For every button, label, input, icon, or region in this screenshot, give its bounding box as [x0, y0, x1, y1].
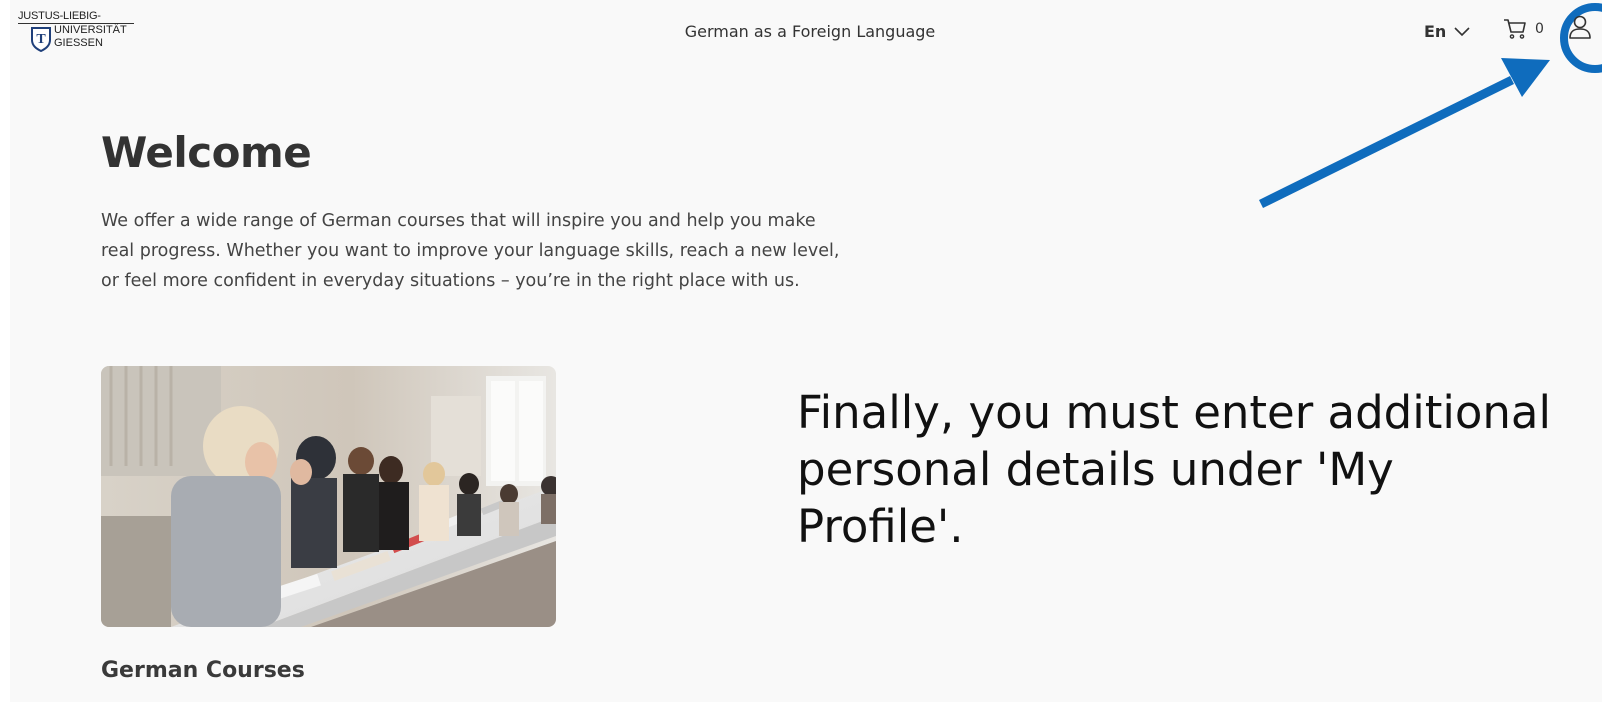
university-logo[interactable]: JUSTUS-LIEBIG- T UNIVERSITÄT GIESSEN — [18, 10, 138, 54]
intro-line: real progress. Whether you want to impro… — [101, 241, 840, 261]
intro-paragraph: We offer a wide range of German courses … — [101, 206, 861, 296]
page-title: Welcome — [101, 128, 312, 177]
callout-line: Finally, you must enter additional — [797, 386, 1552, 439]
cart-button[interactable]: 0 — [1503, 18, 1544, 40]
user-icon — [1569, 15, 1591, 39]
shield-letter: T — [36, 32, 46, 47]
callout-line: Profile'. — [797, 500, 964, 553]
logo-line-2: UNIVERSITÄT — [54, 24, 127, 36]
language-label: En — [1424, 22, 1447, 41]
logo-line-3: GIESSEN — [54, 37, 103, 49]
cart-icon — [1504, 19, 1526, 39]
language-selector[interactable]: En — [1424, 22, 1470, 41]
logo-line-1: JUSTUS-LIEBIG- — [18, 10, 101, 22]
classroom-photo — [101, 366, 556, 627]
section-heading-german-courses: German Courses — [101, 658, 305, 683]
instruction-callout: Finally, you must enter additional perso… — [797, 384, 1577, 555]
cart-count: 0 — [1535, 21, 1544, 37]
callout-line: personal details under 'My — [797, 443, 1394, 496]
chevron-down-icon — [1454, 26, 1470, 36]
shield-icon: T — [31, 27, 51, 52]
intro-line: or feel more confident in everyday situa… — [101, 271, 800, 291]
site-title: German as a Foreign Language — [684, 22, 936, 41]
profile-button[interactable] — [1568, 14, 1602, 50]
intro-line: We offer a wide range of German courses … — [101, 211, 816, 231]
classroom-image — [101, 366, 556, 627]
